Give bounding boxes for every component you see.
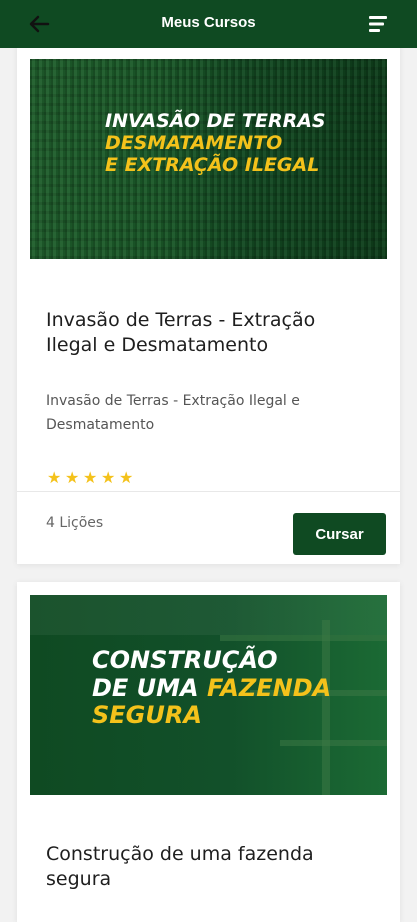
menu-icon[interactable] <box>367 14 389 34</box>
lessons-count: 4 Lições <box>46 515 104 531</box>
star-icon: ★ <box>119 468 134 487</box>
course-title: Invasão de Terras - Extração Ilegal e De… <box>46 309 316 356</box>
fence-rail <box>280 740 387 746</box>
course-banner: INVASÃO DE TERRAS DESMATAMENTO E EXTRAÇÃ… <box>30 59 387 259</box>
page-title: Meus Cursos <box>161 14 256 31</box>
cursar-button[interactable]: Cursar <box>293 513 386 555</box>
banner-title: CONSTRUÇÃO DE UMA FAZENDA SEGURA <box>92 646 332 730</box>
rating-stars: ★ ★ ★ ★ ★ <box>47 468 137 487</box>
fence-rail <box>220 635 387 641</box>
course-banner: CONSTRUÇÃO DE UMA FAZENDA SEGURA <box>30 595 387 795</box>
course-card[interactable]: INVASÃO DE TERRAS DESMATAMENTO E EXTRAÇÃ… <box>17 44 400 564</box>
star-icon: ★ <box>101 468 116 487</box>
star-icon: ★ <box>65 468 80 487</box>
course-description: Invasão de Terras - Extração Ilegal e De… <box>46 393 300 433</box>
banner-title: INVASÃO DE TERRAS DESMATAMENTO E EXTRAÇÃ… <box>105 110 326 176</box>
star-icon: ★ <box>47 468 62 487</box>
course-title: Construção de uma fazenda segura <box>46 843 314 890</box>
app-header: Meus Cursos <box>0 0 417 48</box>
divider <box>17 491 400 492</box>
star-icon: ★ <box>83 468 98 487</box>
